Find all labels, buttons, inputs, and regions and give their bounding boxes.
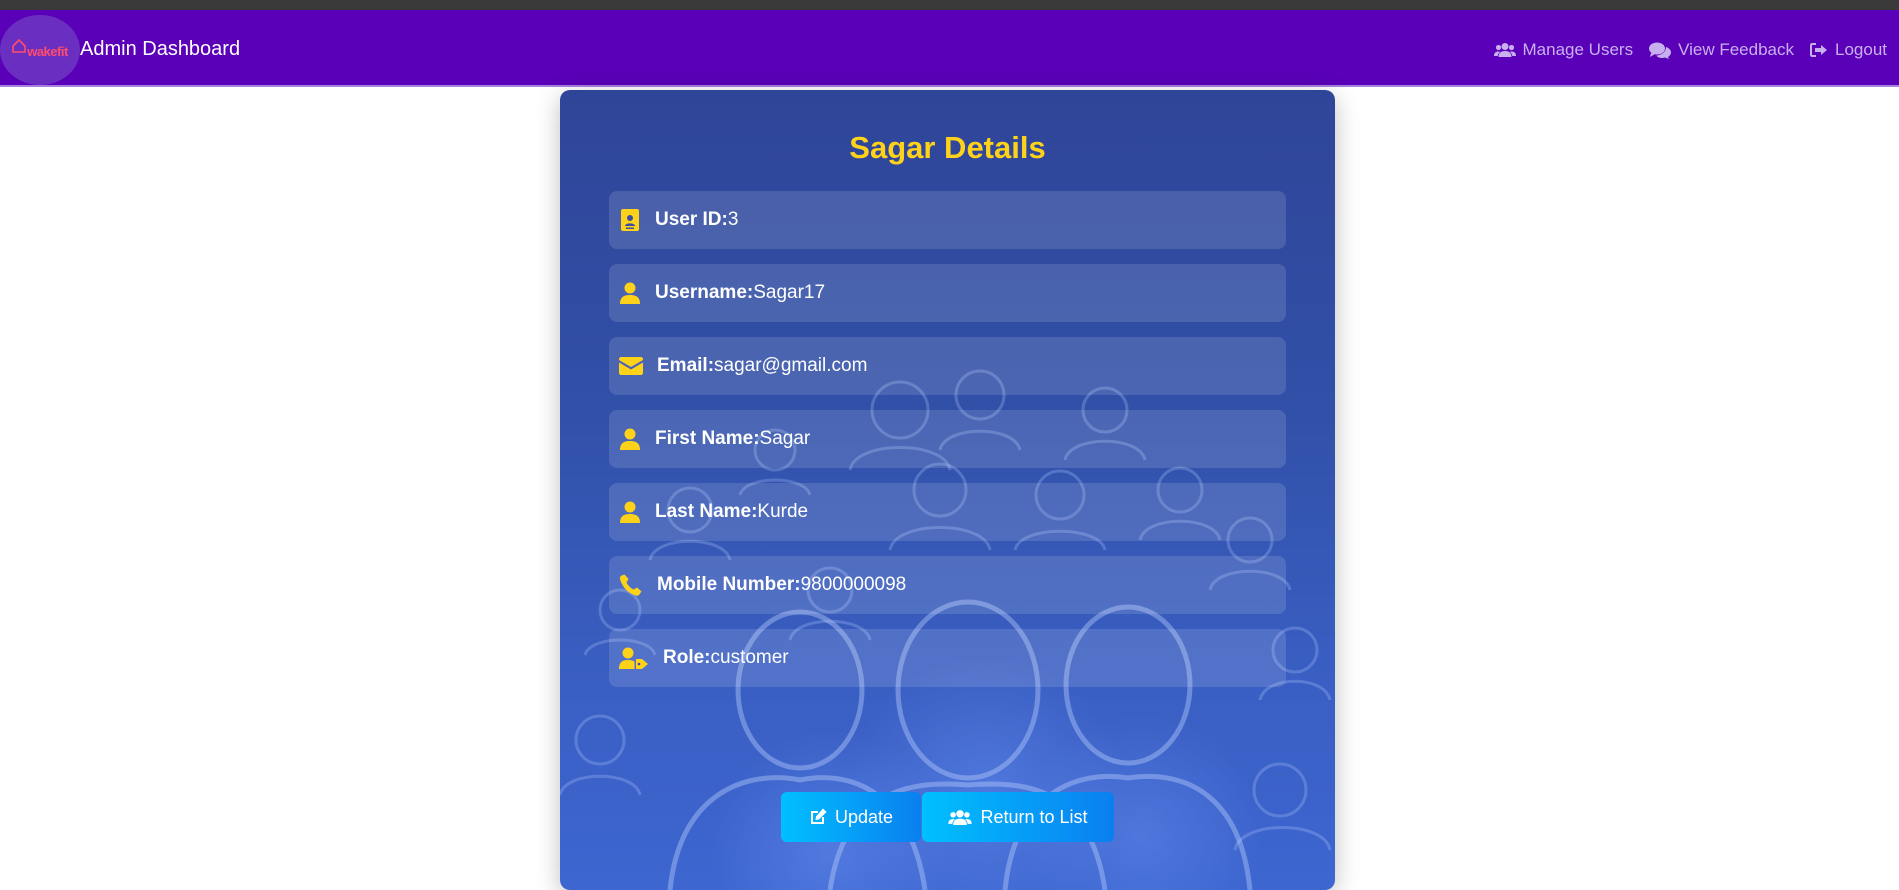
field-last-name: Last Name: Kurde — [609, 483, 1286, 541]
user-icon — [617, 499, 643, 525]
field-label: User ID: — [655, 209, 728, 230]
nav-view-feedback-label: View Feedback — [1678, 40, 1794, 59]
browser-top-strip — [0, 0, 1899, 10]
field-label: Username: — [655, 282, 754, 303]
field-value: Sagar17 — [753, 282, 826, 303]
field-first-name: First Name: Sagar — [609, 410, 1286, 468]
field-label: Role: — [663, 647, 711, 668]
update-button-label: Update — [834, 806, 894, 827]
nav-manage-users-label: Manage Users — [1522, 40, 1634, 59]
field-value: Kurde — [757, 501, 809, 522]
field-label: Last Name: — [655, 501, 758, 522]
field-value: Sagar — [759, 428, 811, 449]
user-icon — [617, 280, 643, 306]
field-mobile-number: Mobile Number: 9800000098 — [609, 556, 1286, 614]
id-card-icon — [617, 207, 643, 233]
action-buttons: Update Return to List — [781, 792, 1114, 842]
phone-icon — [617, 572, 645, 598]
field-user-id: User ID: 3 — [609, 191, 1286, 249]
logout-icon — [1810, 43, 1827, 57]
house-icon — [12, 39, 27, 53]
field-label: Mobile Number: — [657, 574, 801, 595]
return-to-list-button[interactable]: Return to List — [922, 792, 1114, 842]
field-value: customer — [710, 647, 789, 668]
field-label: Email: — [657, 355, 715, 376]
nav-view-feedback[interactable]: View Feedback — [1649, 40, 1794, 60]
field-value: 3 — [727, 209, 739, 230]
logo[interactable]: wakefit — [0, 15, 80, 85]
nav-manage-users[interactable]: Manage Users — [1493, 40, 1634, 60]
field-email: Email: sagar@gmail.com — [609, 337, 1286, 395]
users-icon — [1493, 43, 1516, 57]
nav-logout-label: Logout — [1835, 40, 1887, 59]
field-username: Username: Sagar17 — [609, 264, 1286, 322]
update-button[interactable]: Update — [781, 792, 921, 842]
nav-logout[interactable]: Logout — [1810, 40, 1887, 60]
field-value: 9800000098 — [800, 574, 907, 595]
edit-icon — [810, 808, 827, 824]
field-value: sagar@gmail.com — [714, 355, 868, 376]
navbar: wakefit Admin Dashboard Manage Users Vie… — [0, 10, 1899, 87]
user-icon — [617, 426, 643, 452]
user-tag-icon — [617, 645, 651, 671]
envelope-icon — [617, 353, 645, 379]
user-details-card: Sagar Details User ID: 3 Username: Sagar17 — [560, 90, 1335, 890]
field-label: First Name: — [655, 428, 760, 449]
nav-links: Manage Users View Feedback Logout — [1493, 40, 1887, 60]
app-title: Admin Dashboard — [80, 38, 241, 60]
return-to-list-button-label: Return to List — [980, 806, 1088, 827]
users-icon — [948, 809, 973, 825]
field-role: Role: customer — [609, 629, 1286, 687]
details-title: Sagar Details — [849, 130, 1046, 165]
logo-text: wakefit — [27, 43, 68, 59]
comments-icon — [1649, 42, 1672, 59]
